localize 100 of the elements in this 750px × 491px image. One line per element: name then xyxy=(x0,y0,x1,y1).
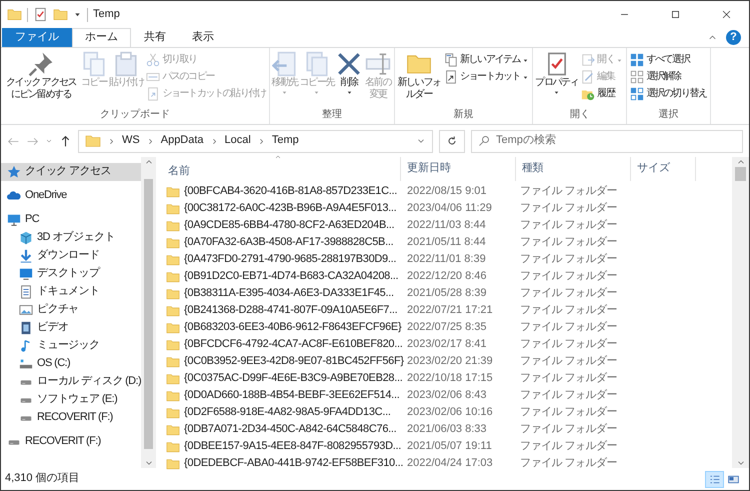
ribbon-button[interactable]: クイック アクセスにピン留めする xyxy=(2,50,80,109)
ribbon-button[interactable]: 削除 xyxy=(335,50,364,109)
search-field[interactable]: Tempの検索 xyxy=(471,130,743,152)
breadcrumb-link[interactable]: WS xyxy=(122,134,140,148)
modified-date: 2021/06/03 8:33 xyxy=(406,422,488,436)
new-folder-icon[interactable] xyxy=(53,7,68,22)
address-bar[interactable]: WS AppData Local Temp xyxy=(78,130,433,152)
group-label: 新規 xyxy=(452,109,475,122)
ribbon-button[interactable]: すべて選択 xyxy=(628,53,709,67)
nav-item[interactable]: RECOVERIT (F:) xyxy=(1,433,141,451)
folder-icon xyxy=(166,354,180,368)
modified-date: 2022/11/01 8:39 xyxy=(406,252,487,266)
file-name[interactable]: {0DBEE157-9A15-4EE8-847F-8082955793D... xyxy=(184,440,402,454)
folder-icon xyxy=(166,252,180,266)
column-header[interactable]: 更新日時 xyxy=(401,157,516,181)
breadcrumb-link[interactable]: AppData xyxy=(160,134,204,148)
file-type: ファイル フォルダー xyxy=(519,286,618,300)
path-copy-icon xyxy=(146,70,160,84)
file-name[interactable]: {0DEDEBCF-ABA0-441B-9742-EF58BEF310... xyxy=(184,456,404,470)
breadcrumb-link[interactable]: Local xyxy=(224,134,251,148)
file-name[interactable]: {0C0B3952-9EE3-42D8-9E07-81BC452FF56F} xyxy=(184,354,404,368)
maximize-icon xyxy=(670,9,680,20)
document-icon xyxy=(19,285,33,299)
close-icon xyxy=(720,9,732,20)
picture-icon xyxy=(19,303,33,317)
file-name[interactable]: {0A9CDE85-6BB4-4780-8CF2-A63ED204B... xyxy=(184,218,394,232)
file-name[interactable]: {0A70FA32-6A3B-4508-AF17-3988828C5B... xyxy=(184,236,394,250)
nav-item[interactable]: OS (C:) xyxy=(1,355,141,373)
modified-date: 2021/05/11 8:44 xyxy=(406,236,487,250)
file-name[interactable]: {0A473FD0-2791-4790-9685-288197B30D9... xyxy=(184,252,396,266)
file-menu-tab[interactable]: ファイル xyxy=(2,28,72,47)
nav-item[interactable]: クイック アクセス xyxy=(1,163,141,181)
nav-item[interactable]: PC xyxy=(1,211,141,229)
file-type: ファイル フォルダー xyxy=(519,354,618,368)
window-title: Temp xyxy=(93,8,120,22)
column-header[interactable]: 名前 xyxy=(156,157,401,181)
nav-item[interactable]: RECOVERIT (F:) xyxy=(1,409,141,427)
up-icon[interactable] xyxy=(59,134,72,148)
ribbon-tab[interactable]: 共有 xyxy=(131,28,179,47)
modified-date: 2022/04/24 17:03 xyxy=(406,456,494,470)
scrollbar-thumb[interactable] xyxy=(735,167,746,181)
file-name[interactable]: {0B91D2C0-EB71-4D74-B683-CA32A04208... xyxy=(184,270,398,284)
nav-item[interactable]: ソフトウェア (E:) xyxy=(1,391,141,409)
breadcrumb-link[interactable]: Temp xyxy=(272,134,299,148)
ribbon-button[interactable]: 履歴 xyxy=(579,87,626,101)
nav-item[interactable]: ダウンロード xyxy=(1,247,141,265)
refresh-icon xyxy=(446,135,458,147)
delete-icon xyxy=(336,51,362,77)
ribbon-button[interactable]: 新しいアイテム xyxy=(442,53,532,67)
file-name[interactable]: {00BFCAB4-3620-416B-81A8-857D233E1C... xyxy=(184,184,398,198)
nav-item[interactable]: ミュージック xyxy=(1,337,141,355)
folder-icon xyxy=(166,388,180,402)
help-button[interactable]: ? xyxy=(726,30,741,45)
ribbon-button[interactable]: 選択の切り替え xyxy=(628,87,709,101)
ribbon-button[interactable]: 新しいフォルダー xyxy=(396,50,442,109)
star-icon xyxy=(7,165,21,179)
ribbon-tab[interactable]: 表示 xyxy=(179,28,227,47)
download-icon xyxy=(19,249,33,263)
drive-icon xyxy=(19,357,33,371)
column-header[interactable]: サイズ xyxy=(631,157,696,181)
scrollbar[interactable] xyxy=(141,157,156,468)
nav-item[interactable]: ピクチャ xyxy=(1,301,141,319)
file-type: ファイル フォルダー xyxy=(519,320,618,334)
ribbon-button[interactable]: プロパティ xyxy=(534,50,580,109)
file-name[interactable]: {0D2F6588-918E-4A82-98A5-9FA4DD13C... xyxy=(184,406,391,420)
file-type: ファイル フォルダー xyxy=(519,252,618,266)
file-name[interactable]: {0DB7A071-2D34-450C-A842-64C5848C76... xyxy=(184,422,396,436)
properties-icon[interactable] xyxy=(33,7,48,22)
file-name[interactable]: {0B241368-D288-4741-807F-09A10A5E6F7... xyxy=(184,304,398,318)
file-type: ファイル フォルダー xyxy=(519,456,618,470)
ribbon-tab[interactable]: ホーム xyxy=(72,28,131,47)
file-type: ファイル フォルダー xyxy=(519,184,618,198)
file-name[interactable]: {0D0AD660-188B-4B54-BEBF-3EE62EF514... xyxy=(184,388,400,402)
file-name[interactable]: {0B683203-6EE3-40B6-9612-F8643EFCF96E} xyxy=(184,320,402,334)
caret-icon xyxy=(616,56,624,64)
search-icon xyxy=(478,135,490,147)
nav-item[interactable]: 3D オブジェクト xyxy=(1,229,141,247)
scrollbar-thumb[interactable] xyxy=(144,179,153,449)
file-name[interactable]: {00C38172-6A0C-423B-B96B-A9A4E5F013... xyxy=(184,202,396,216)
scrollbar[interactable] xyxy=(732,157,749,468)
file-name[interactable]: {0B38311A-E395-4034-A6E3-DA333E1F45... xyxy=(184,286,394,300)
view-button[interactable] xyxy=(705,470,724,488)
refresh-button[interactable] xyxy=(439,130,465,152)
folder-icon xyxy=(166,406,180,420)
nav-item[interactable]: ローカル ディスク (D:) xyxy=(1,373,141,391)
nav-item[interactable]: ビデオ xyxy=(1,319,141,337)
recent-locations-icon[interactable] xyxy=(45,137,53,145)
modified-date: 2023/02/06 8:43 xyxy=(406,388,488,402)
modified-date: 2022/10/18 17:15 xyxy=(406,372,494,386)
column-header[interactable]: 種類 xyxy=(516,157,631,181)
file-name[interactable]: {0C0375AC-D99F-4E6E-B3C9-A9BE70EB28... xyxy=(184,372,403,386)
ribbon-button[interactable]: 選択解除 xyxy=(628,70,709,84)
nav-item[interactable]: ドキュメント xyxy=(1,283,141,301)
nav-item[interactable]: デスクトップ xyxy=(1,265,141,283)
folder-icon xyxy=(166,320,180,334)
desktop-icon xyxy=(19,267,33,281)
file-name[interactable]: {0BFCDCF6-4792-4CA7-AC8F-E610BEF820... xyxy=(184,338,402,352)
ribbon-button[interactable]: ショートカット xyxy=(442,70,532,84)
nav-item[interactable]: OneDrive xyxy=(1,187,141,205)
modified-date: 2023/02/06 10:16 xyxy=(406,406,494,420)
